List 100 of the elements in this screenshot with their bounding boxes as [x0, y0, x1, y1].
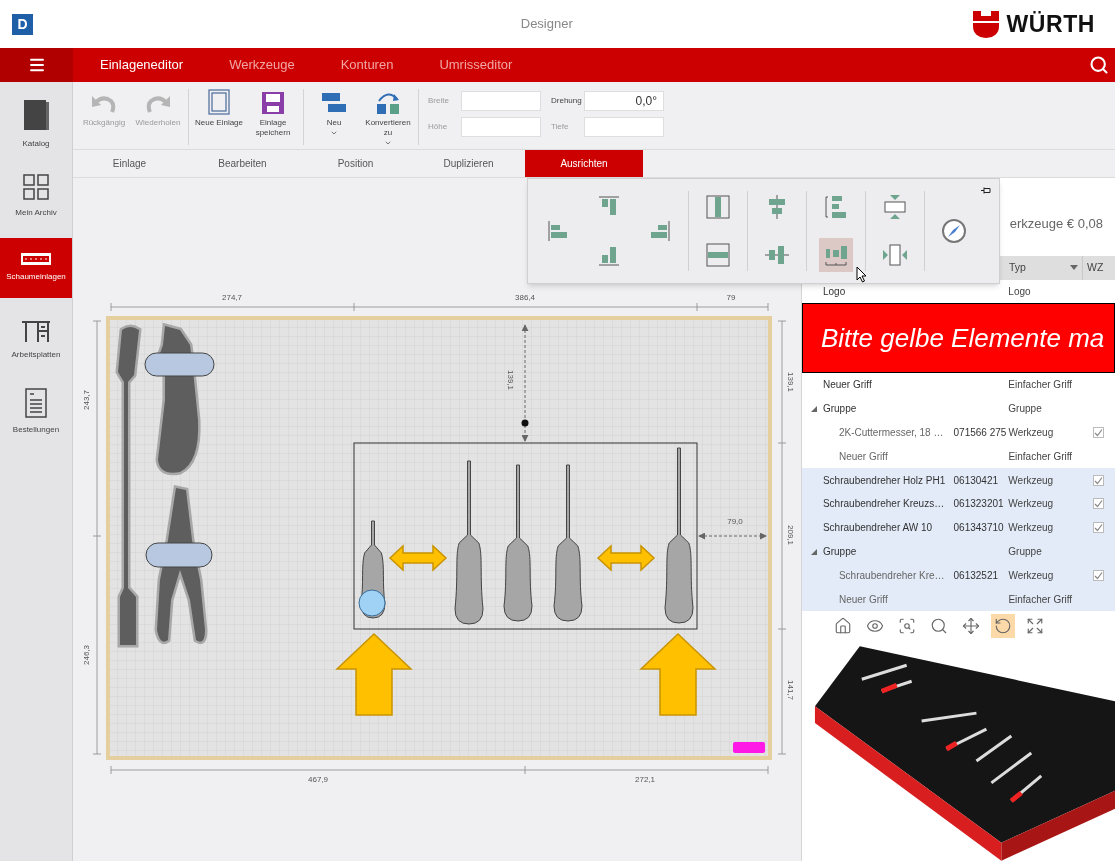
item-type: Einfacher Griff [1008, 379, 1073, 391]
sidebar-item[interactable]: Mein Archiv [0, 166, 72, 226]
dimension-label: 467,9 [308, 775, 328, 784]
checkbox[interactable] [1093, 522, 1105, 534]
dimension-arrow [698, 532, 767, 540]
field-label: Tiefe [551, 121, 570, 133]
item-name: Gruppe [822, 403, 857, 415]
save-icon [261, 91, 285, 115]
article-number: 071566 275 [953, 426, 1007, 438]
redo-icon [145, 93, 171, 115]
dimension-label: 246,3 [82, 645, 91, 665]
alert-banner: Bitte gelbe Elemente ma [802, 303, 1115, 373]
item-name: Schraubendreher Holz PH1 [822, 474, 946, 486]
tab[interactable]: Position [299, 150, 412, 177]
undo-icon [91, 93, 117, 115]
rotate-icon[interactable] [990, 614, 1015, 639]
item-type: Logo [1008, 285, 1031, 297]
tab[interactable]: Ausrichten [525, 150, 643, 177]
item-name: Neuer Griff [838, 593, 888, 605]
item-name: Schraubendreher AW 10 [822, 522, 933, 534]
item-type: Gruppe [1008, 403, 1042, 415]
field-label: Höhe [428, 121, 449, 133]
align-button[interactable] [819, 238, 853, 272]
item-name: Gruppe [822, 546, 857, 558]
desk-icon [21, 319, 51, 343]
grip-circle [358, 589, 386, 617]
expand-triangle-icon[interactable] [811, 405, 817, 412]
tab[interactable]: Duplizieren [412, 150, 525, 177]
table-row[interactable]: Schraubendreher Holz PH1 06130421 Werkzeug [802, 468, 1115, 492]
search-button[interactable] [1089, 55, 1109, 75]
dimension-label: 79 [726, 293, 736, 302]
space-horizontal-icon [882, 242, 908, 268]
table-row[interactable]: Neuer Griff Einfacher Griff [802, 587, 1115, 612]
app-logo: D [12, 13, 33, 35]
article-number: 06130421 [953, 474, 999, 486]
toolbar-button[interactable]: Einlage speichern [246, 89, 300, 138]
dimension-label: 209,1 [786, 525, 795, 545]
checkbox[interactable] [1093, 426, 1105, 438]
dimension-label: 243,7 [82, 390, 91, 410]
sidebar-item[interactable]: Katalog [0, 94, 72, 154]
item-name: Logo [822, 285, 846, 297]
input-field[interactable]: 0,0° [584, 91, 664, 111]
item-name: Schraubendreher Kreuzs… [822, 498, 945, 510]
dimension-label: 386,4 [515, 293, 535, 302]
table-row[interactable]: Schraubendreher Kre… 06132521 Werkzeug [802, 563, 1115, 588]
dimension-label: 139,1 [786, 372, 795, 392]
column-header: Typ [1009, 259, 1026, 275]
nav-tab[interactable]: Einlageneditor [100, 55, 184, 75]
table-row[interactable]: Schraubendreher AW 10 061343710 Werkzeug [802, 515, 1115, 540]
stacked-bars-icon [321, 91, 347, 115]
field-label: Breite [428, 95, 450, 107]
marker-tag [733, 742, 765, 753]
dimension-label: 141,7 [786, 680, 795, 700]
field-label: Drehung [551, 95, 581, 107]
sidebar-item[interactable]: Schaumeinlagen [0, 238, 72, 298]
double-arrow [388, 544, 448, 572]
item-name: Schraubendreher Kre… [838, 569, 945, 581]
item-type: Einfacher Griff [1008, 450, 1073, 462]
toolbar-button[interactable]: Neu [307, 89, 361, 137]
item-type: Werkzeug [1008, 522, 1054, 534]
pointer-cursor-icon [856, 266, 867, 283]
dimension-label: 139,1 [506, 370, 515, 390]
insert-frame-icon [208, 89, 230, 115]
item-type: Einfacher Griff [1008, 593, 1073, 605]
tab[interactable]: Einlage [73, 150, 186, 177]
grip-slot [145, 542, 213, 568]
dimension-label: 272,1 [635, 775, 655, 784]
sidebar-item[interactable]: Bestellungen [0, 382, 72, 442]
menu-button[interactable] [27, 56, 46, 74]
checkbox[interactable] [1093, 474, 1105, 486]
grip-slot [144, 352, 215, 377]
fill-width-icon [705, 242, 731, 268]
fill-height-icon [705, 194, 731, 220]
dimension-label: 274,7 [222, 293, 242, 302]
double-arrow [596, 544, 656, 572]
grid-icon [22, 173, 50, 201]
document-list-icon [25, 388, 47, 418]
item-type: Werkzeug [1008, 474, 1054, 486]
item-type: Werkzeug [1008, 569, 1054, 581]
table-row[interactable]: Schraubendreher Kreuzs… 061323201 Werkzeug [802, 492, 1115, 516]
toolbar-button[interactable]: Neue Einlage [192, 89, 246, 128]
article-number: 061323201 [953, 498, 1004, 510]
brand-name: WÜRTH [1006, 9, 1095, 39]
item-type: Werkzeug [1008, 426, 1054, 438]
foam-insert-icon [21, 253, 51, 265]
toolbar-button[interactable]: Konvertieren zu [361, 89, 415, 147]
pin-icon[interactable] [981, 187, 991, 194]
tab[interactable]: Bearbeiten [186, 150, 299, 177]
expand-triangle-icon[interactable] [811, 548, 817, 555]
item-name: Neuer Griff [838, 450, 888, 462]
compass-icon [941, 218, 967, 244]
column-header: WZ [1086, 259, 1104, 275]
checkbox[interactable] [1093, 569, 1105, 581]
article-number: 06132521 [953, 569, 999, 581]
checkbox[interactable] [1093, 498, 1105, 510]
dropdown-caret-icon[interactable] [1070, 265, 1078, 271]
article-number: 061343710 [953, 522, 1004, 534]
table-row[interactable]: Gruppe Gruppe [802, 539, 1115, 564]
sidebar-item[interactable]: Arbeitsplatten [0, 310, 72, 370]
space-vertical-icon [882, 194, 908, 220]
